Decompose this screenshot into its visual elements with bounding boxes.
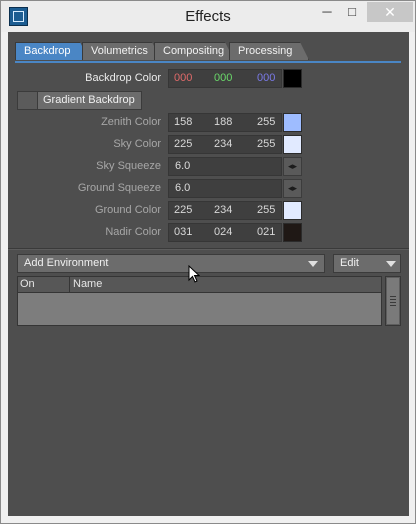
effects-panel: Backdrop Volumetrics Compositing Process… [8, 32, 409, 516]
backdrop-color-field[interactable]: 000 000 000 [168, 69, 282, 88]
ground-color-r[interactable]: 225 [174, 204, 208, 216]
ground-color-g[interactable]: 234 [214, 204, 248, 216]
mouse-cursor-icon [188, 265, 200, 283]
sky-color-g[interactable]: 234 [214, 138, 248, 150]
ground-squeeze-value[interactable]: 6.0 [175, 182, 190, 194]
tab-bar: Backdrop Volumetrics Compositing Process… [15, 42, 395, 61]
backdrop-color-g[interactable]: 000 [214, 72, 248, 84]
effects-window: Effects ─ □ ✕ Backdrop Volumetrics Compo… [0, 0, 416, 524]
backdrop-color-r[interactable]: 000 [174, 72, 208, 84]
tab-backdrop[interactable]: Backdrop [15, 42, 89, 60]
sky-squeeze-spinner-icon[interactable]: ◂▸ [283, 157, 302, 176]
tab-underline [15, 61, 401, 63]
tab-volumetrics[interactable]: Volumetrics [82, 42, 161, 60]
sky-color-label: Sky Color [113, 138, 161, 150]
nadir-color-r[interactable]: 031 [174, 226, 208, 238]
section-divider [8, 248, 409, 250]
tab-processing[interactable]: Processing [229, 42, 309, 60]
maximize-button[interactable]: □ [341, 2, 363, 22]
ground-squeeze-spinner-icon[interactable]: ◂▸ [283, 179, 302, 198]
sky-squeeze-label: Sky Squeeze [96, 160, 161, 172]
sky-squeeze-input[interactable]: 6.0 [168, 157, 282, 176]
list-scrollbar[interactable] [385, 276, 401, 326]
backdrop-color-swatch[interactable] [283, 69, 302, 88]
nadir-color-field[interactable]: 031 024 021 [168, 223, 282, 242]
scrollbar-thumb[interactable] [387, 278, 399, 324]
chevron-down-icon [386, 261, 396, 267]
backdrop-color-label: Backdrop Color [85, 72, 161, 84]
gradient-backdrop-label: Gradient Backdrop [43, 94, 135, 106]
zenith-color-label: Zenith Color [101, 116, 161, 128]
sky-color-r[interactable]: 225 [174, 138, 208, 150]
nadir-color-g[interactable]: 024 [214, 226, 248, 238]
sky-color-field[interactable]: 225 234 255 [168, 135, 282, 154]
edit-dropdown[interactable]: Edit [333, 254, 401, 273]
edit-label: Edit [340, 257, 359, 269]
zenith-color-swatch[interactable] [283, 113, 302, 132]
chevron-down-icon [308, 261, 318, 267]
nadir-color-label: Nadir Color [105, 226, 161, 238]
nadir-color-swatch[interactable] [283, 223, 302, 242]
column-header-on[interactable]: On [20, 278, 35, 290]
column-header-name[interactable]: Name [73, 278, 102, 290]
gradient-backdrop-toggle[interactable]: Gradient Backdrop [17, 91, 142, 110]
ground-color-field[interactable]: 225 234 255 [168, 201, 282, 220]
sky-color-swatch[interactable] [283, 135, 302, 154]
list-item[interactable] [18, 293, 381, 325]
zenith-color-r[interactable]: 158 [174, 116, 208, 128]
minimize-button[interactable]: ─ [316, 2, 338, 22]
ground-squeeze-input[interactable]: 6.0 [168, 179, 282, 198]
close-button[interactable]: ✕ [367, 2, 413, 22]
zenith-color-g[interactable]: 188 [214, 116, 248, 128]
ground-color-swatch[interactable] [283, 201, 302, 220]
ground-squeeze-label: Ground Squeeze [77, 182, 161, 194]
zenith-color-field[interactable]: 158 188 255 [168, 113, 282, 132]
gradient-backdrop-checkbox[interactable] [18, 92, 38, 109]
ground-color-label: Ground Color [94, 204, 161, 216]
title-bar[interactable]: Effects ─ □ ✕ [1, 1, 415, 32]
tab-compositing[interactable]: Compositing [154, 42, 234, 60]
add-environment-label: Add Environment [24, 257, 109, 269]
sky-squeeze-value[interactable]: 6.0 [175, 160, 190, 172]
add-environment-dropdown[interactable]: Add Environment [17, 254, 325, 273]
